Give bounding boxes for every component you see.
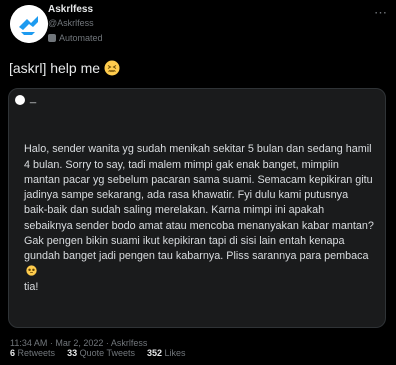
account-name[interactable]: Askrlfess — [48, 4, 93, 15]
confession-text-end: tia! — [24, 280, 39, 293]
confession-text: Halo, sender wanita yg sudah menikah sek… — [24, 143, 374, 263]
retweets-count: 6 — [10, 348, 16, 358]
quotes-label: Quote Tweets — [79, 348, 135, 358]
tweet-stats: 6 Retweets 33 Quote Tweets 352 Likes — [10, 348, 186, 358]
logo-icon — [10, 5, 48, 43]
retweets-label: Retweets — [17, 348, 56, 358]
confounded-face-emoji — [104, 60, 120, 76]
account-handle[interactable]: @Askrlfess — [48, 18, 94, 28]
quotes-stat[interactable]: 33 Quote Tweets — [67, 348, 135, 358]
card-header-text: _ — [30, 92, 37, 104]
likes-label: Likes — [164, 348, 186, 358]
avatar[interactable] — [10, 5, 48, 43]
pleading-face-emoji — [26, 265, 37, 276]
robot-icon — [48, 34, 56, 42]
confession-body: Halo, sender wanita yg sudah menikah sek… — [24, 127, 374, 295]
automated-label-row: Automated — [48, 33, 103, 43]
retweets-stat[interactable]: 6 Retweets — [10, 348, 55, 358]
more-options-icon[interactable]: ⋯ — [374, 5, 388, 21]
tweet-text-row: [askrl] help me — [9, 60, 120, 76]
card-avatar — [15, 95, 25, 105]
tweet-text: [askrl] help me — [9, 60, 101, 76]
quotes-count: 33 — [67, 348, 78, 358]
likes-count: 352 — [146, 348, 162, 358]
tweet-header: Askrlfess @Askrlfess Automated ⋯ — [10, 3, 390, 49]
confession-image[interactable]: _ Halo, sender wanita yg sudah menikah s… — [8, 88, 386, 328]
likes-stat[interactable]: 352 Likes — [147, 348, 186, 358]
automated-label: Automated — [59, 33, 103, 43]
tweet-meta[interactable]: 11:34 AM · Mar 2, 2022 · Askrlfess — [10, 338, 147, 348]
